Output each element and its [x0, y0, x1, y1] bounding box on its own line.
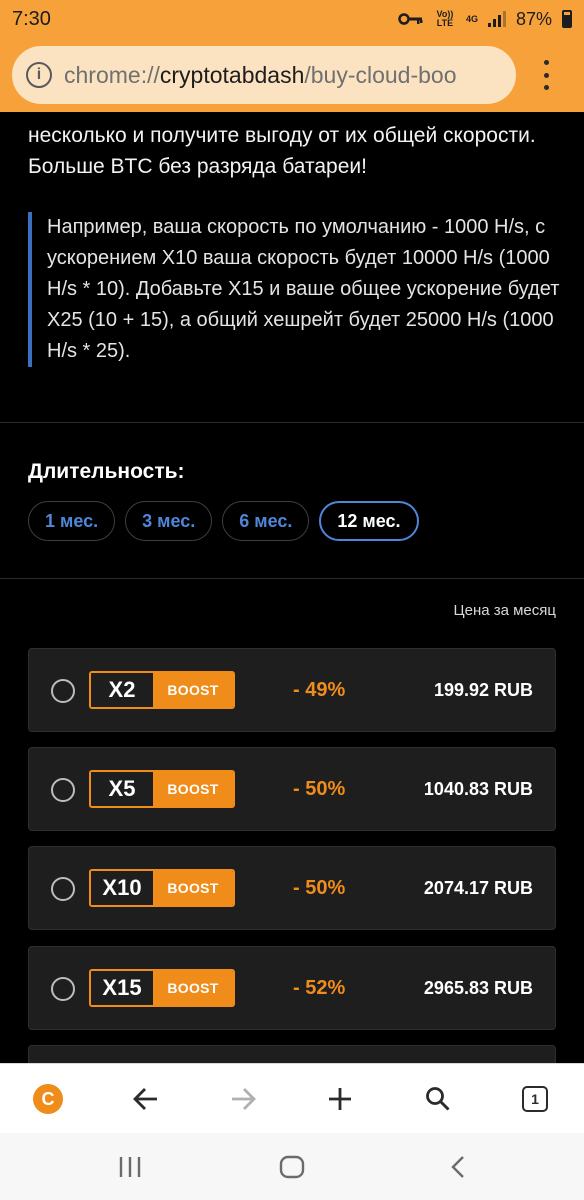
browser-top-bar: 7:30 Vo)) LTE 4G 87% i chrome://cryptota… [0, 0, 584, 112]
boost-option-x10[interactable]: X10 BOOST - 50% 2074.17 RUB [28, 846, 556, 930]
boost-badge: X10 BOOST [89, 869, 235, 907]
boost-badge: X2 BOOST [89, 671, 235, 709]
tab-count-icon: 1 [522, 1086, 548, 1112]
chevron-left-icon [451, 1155, 464, 1178]
new-tab-button[interactable] [310, 1064, 370, 1134]
battery-icon [562, 10, 572, 28]
system-nav-bar [0, 1133, 584, 1200]
boost-discount: - 50% [293, 778, 346, 800]
url-bar[interactable]: i chrome://cryptotabdash/buy-cloud-boo [12, 46, 516, 104]
search-icon [426, 1087, 450, 1111]
forward-button[interactable] [213, 1064, 273, 1134]
intro-text: несколько и получите выгоду от их общей … [28, 124, 536, 178]
battery-percent: 87% [515, 8, 552, 29]
boost-option-x2[interactable]: X2 BOOST - 49% 199.92 RUB [28, 648, 556, 732]
page-content: несколько и получите выгоду от их общей … [0, 112, 584, 1063]
radio-button[interactable] [51, 977, 75, 1001]
plus-icon [329, 1088, 351, 1110]
duration-chip-1[interactable]: 1 мес. [28, 501, 116, 541]
info-icon[interactable]: i [26, 62, 52, 88]
home-icon [279, 1155, 305, 1178]
boost-price: 1040.83 RUB [423, 779, 533, 799]
volte-indicator: Vo)) LTE [436, 9, 454, 28]
browser-toolbar: C 1 [0, 1063, 584, 1133]
radio-button[interactable] [51, 877, 75, 901]
back-nav-button[interactable] [428, 1133, 488, 1200]
section-divider [0, 578, 584, 579]
duration-options: 1 мес. 3 мес. 6 мес. 12 мес. [28, 501, 419, 541]
duration-chip-6[interactable]: 6 мес. [222, 501, 310, 541]
boost-label: BOOST [153, 772, 233, 806]
cryptotab-logo-button[interactable]: C [18, 1064, 78, 1134]
network-type: 4G [465, 13, 478, 24]
section-divider [0, 422, 584, 423]
status-time: 7:30 [12, 7, 51, 30]
boost-option-partial[interactable] [28, 1045, 556, 1063]
radio-button[interactable] [51, 679, 75, 703]
search-button[interactable] [408, 1064, 468, 1134]
boost-price: 199.92 RUB [433, 680, 533, 700]
boost-badge: X5 BOOST [89, 770, 235, 808]
duration-chip-12-selected[interactable]: 12 мес. [319, 501, 419, 541]
boost-option-x15[interactable]: X15 BOOST - 52% 2965.83 RUB [28, 946, 556, 1030]
boost-discount: - 52% [293, 977, 346, 999]
recents-icon [119, 1156, 141, 1177]
boost-price: 2074.17 RUB [423, 878, 533, 898]
more-menu-icon[interactable] [536, 60, 556, 90]
tab-switcher-button[interactable]: 1 [505, 1064, 565, 1134]
radio-button[interactable] [51, 778, 75, 802]
signal-icon [487, 11, 506, 27]
boost-option-x5[interactable]: X5 BOOST - 50% 1040.83 RUB [28, 747, 556, 831]
example-quote: Например, ваша скорость по умолчанию - 1… [28, 212, 568, 367]
status-icons: Vo)) LTE 4G 87% [398, 9, 572, 30]
arrow-right-icon [232, 1088, 256, 1110]
url-text[interactable]: chrome://cryptotabdash/buy-cloud-boo [64, 62, 457, 89]
duration-chip-3[interactable]: 3 мес. [125, 501, 213, 541]
boost-label: BOOST [153, 871, 233, 905]
price-header: Цена за месяц [453, 602, 557, 619]
back-button[interactable] [116, 1064, 176, 1134]
arrow-left-icon [133, 1088, 157, 1110]
url-host: cryptotabdash [159, 61, 305, 88]
boost-multiplier: X5 [91, 772, 153, 806]
boost-multiplier: X2 [91, 673, 153, 707]
home-button[interactable] [262, 1133, 322, 1200]
boost-discount: - 50% [293, 877, 346, 899]
status-bar: 7:30 Vo)) LTE 4G 87% [0, 0, 584, 38]
boost-discount: - 49% [293, 679, 346, 701]
key-icon [398, 13, 423, 25]
duration-title: Длительность: [28, 460, 185, 483]
boost-badge: X15 BOOST [89, 969, 235, 1007]
boost-label: BOOST [153, 673, 233, 707]
url-path: /buy-cloud-boo [304, 61, 457, 88]
cryptotab-logo-icon: C [33, 1084, 63, 1114]
boost-label: BOOST [153, 971, 233, 1005]
boost-multiplier: X15 [91, 971, 153, 1005]
recents-button[interactable] [100, 1133, 160, 1200]
boost-multiplier: X10 [91, 871, 153, 905]
boost-price: 2965.83 RUB [423, 978, 533, 998]
url-scheme: chrome:// [64, 61, 160, 88]
